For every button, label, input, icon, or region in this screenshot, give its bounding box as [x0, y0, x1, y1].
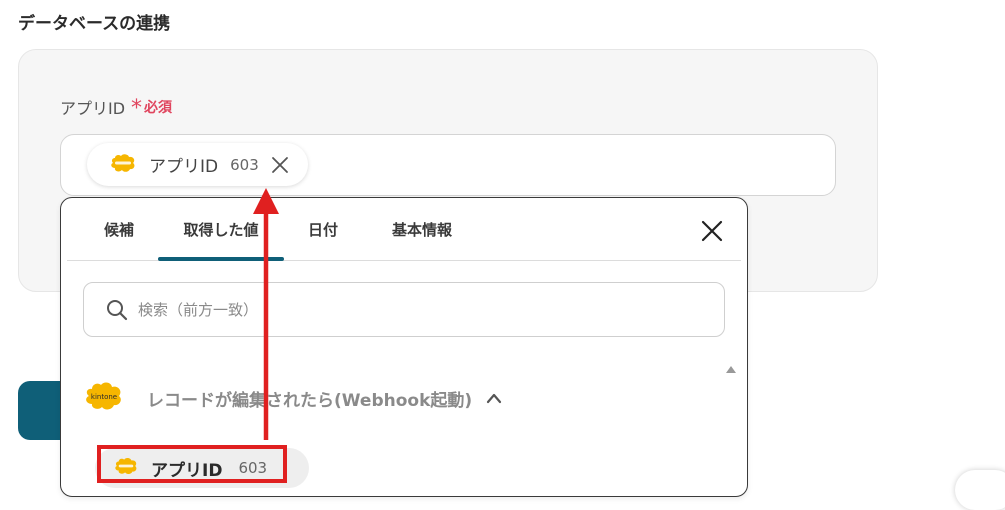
arrow-annotation — [253, 188, 279, 440]
search-input[interactable] — [136, 299, 680, 320]
tab-bar: 候補 取得した値 日付 基本情報 — [67, 198, 741, 261]
floating-button[interactable] — [955, 470, 1005, 510]
required-mark: * — [131, 96, 143, 121]
chevron-up-icon[interactable] — [486, 392, 502, 404]
highlight-box — [97, 445, 287, 483]
group-title: レコードが編集されたら(Webhook起動) — [147, 390, 473, 411]
trigger-group-header[interactable]: kintone レコードが編集されたら(Webhook起動) — [83, 382, 502, 414]
search-field[interactable] — [83, 282, 725, 337]
required-text: 必須 — [144, 100, 173, 116]
tab-basic-info[interactable]: 基本情報 — [372, 198, 472, 260]
app-id-field-label: アプリID * 必須 — [60, 95, 173, 121]
tab-date[interactable]: 日付 — [293, 198, 353, 260]
search-icon — [106, 299, 128, 321]
scroll-up-icon[interactable] — [726, 366, 736, 373]
close-icon[interactable] — [271, 156, 289, 174]
selected-value-chip[interactable]: アプリID 603 — [87, 143, 308, 186]
close-icon[interactable] — [701, 220, 723, 246]
kintone-logo-icon: kintone — [83, 380, 125, 416]
svg-text:kintone: kintone — [91, 393, 117, 401]
tab-candidates[interactable]: 候補 — [87, 198, 151, 260]
field-label-text: アプリID — [60, 99, 126, 118]
kintone-logo-icon — [109, 152, 137, 178]
scrollbar[interactable] — [721, 360, 741, 496]
chip-value: 603 — [230, 155, 259, 174]
chip-label: アプリID — [149, 157, 219, 177]
section-title: データベースの連携 — [18, 14, 171, 34]
